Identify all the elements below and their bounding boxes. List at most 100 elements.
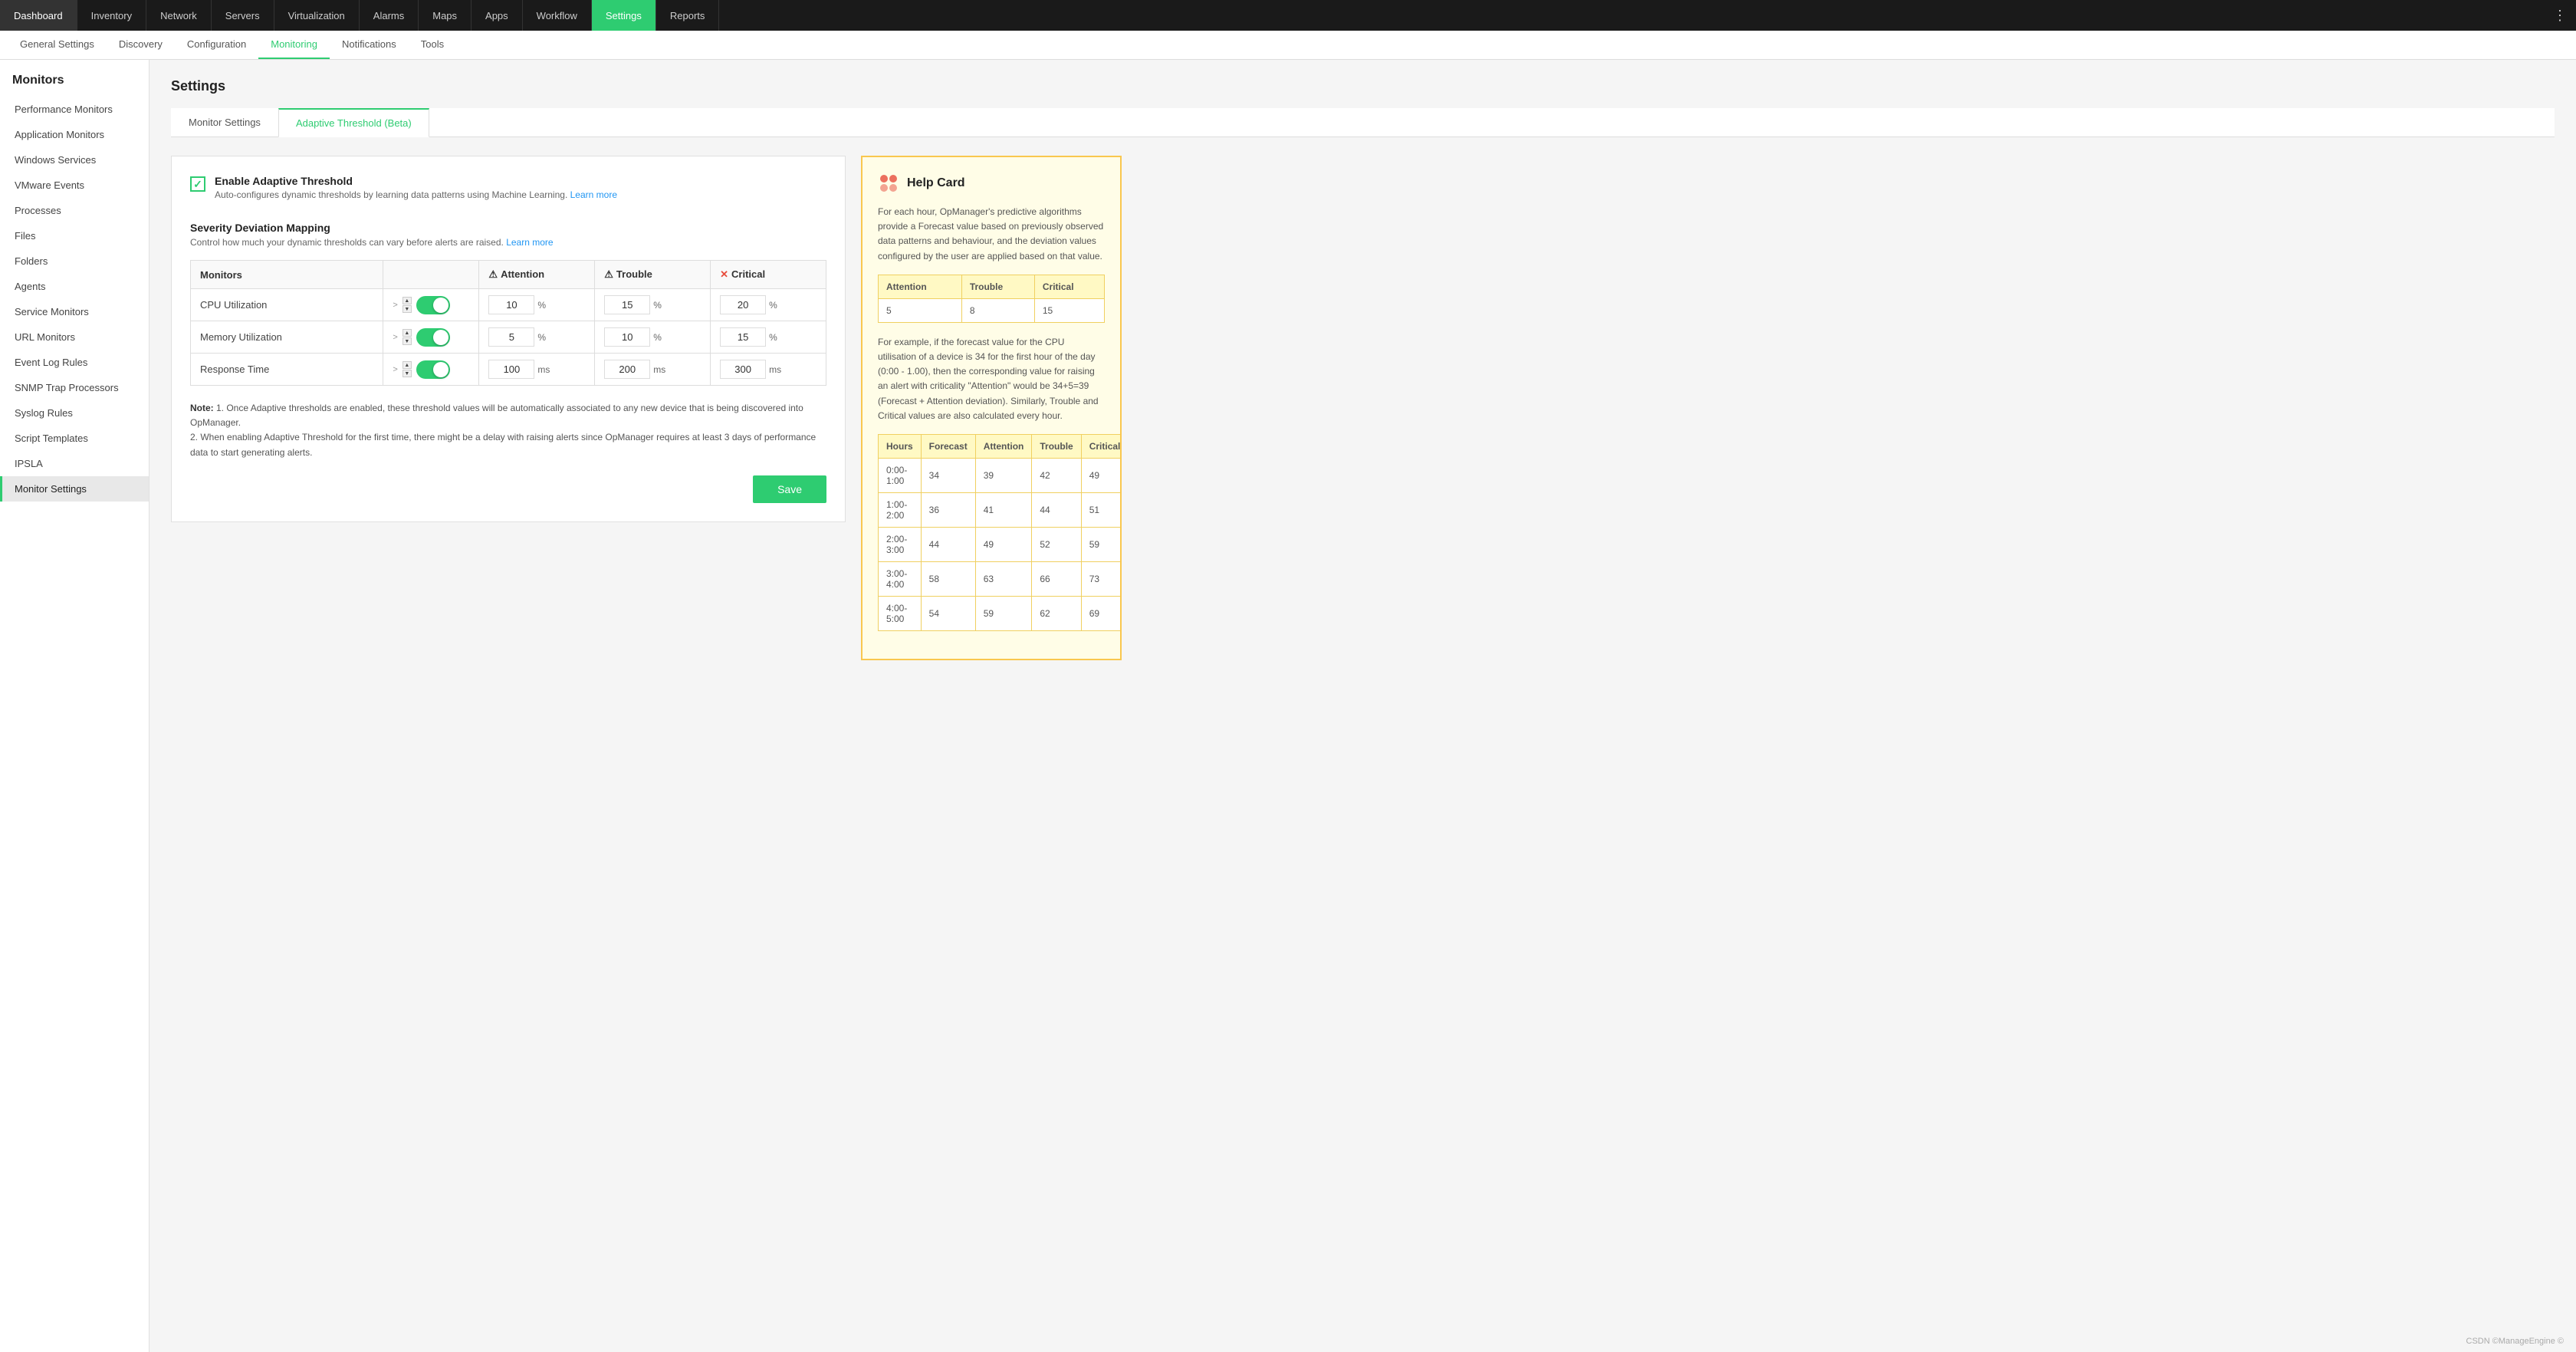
settings-panel: Enable Adaptive Threshold Auto-configure… xyxy=(171,156,846,522)
sidebar-item-application-monitors[interactable]: Application Monitors xyxy=(0,122,149,147)
th-monitors: Monitors xyxy=(191,261,383,289)
tab-adaptive-threshold[interactable]: Adaptive Threshold (Beta) xyxy=(278,108,429,137)
attention-input-2[interactable] xyxy=(488,360,534,379)
sidebar-item-snmp-trap-processors[interactable]: SNMP Trap Processors xyxy=(0,375,149,400)
trouble-input-1[interactable] xyxy=(604,327,650,347)
subnav-tools[interactable]: Tools xyxy=(409,31,456,59)
severity-section-desc: Control how much your dynamic thresholds… xyxy=(190,237,826,248)
main-layout: Monitors Performance Monitors Applicatio… xyxy=(0,60,2576,1352)
nav-network[interactable]: Network xyxy=(146,0,212,31)
sidebar-item-vmware-events[interactable]: VMware Events xyxy=(0,173,149,198)
table-row: Memory Utilization > ▲ ▼ % xyxy=(191,321,826,354)
attention-unit-1: % xyxy=(537,332,546,343)
nav-more-button[interactable]: ⋮ xyxy=(2544,0,2576,31)
attention-cell-2: ms xyxy=(479,354,595,386)
sidebar-item-event-log-rules[interactable]: Event Log Rules xyxy=(0,350,149,375)
help-card-title: Help Card xyxy=(907,176,965,190)
nav-reports[interactable]: Reports xyxy=(656,0,720,31)
sidebar-item-script-templates[interactable]: Script Templates xyxy=(0,426,149,451)
trouble-unit-2: ms xyxy=(653,364,665,375)
attention-unit-0: % xyxy=(537,300,546,311)
monitor-name-0: CPU Utilization xyxy=(191,289,383,321)
page-title: Settings xyxy=(171,78,2555,94)
severity-section-title: Severity Deviation Mapping xyxy=(190,222,826,234)
main-content-row: Enable Adaptive Threshold Auto-configure… xyxy=(171,156,2555,660)
help-summary-table: AttentionTroubleCritical5815 xyxy=(878,275,1105,323)
enable-adaptive-threshold-row: Enable Adaptive Threshold Auto-configure… xyxy=(190,175,826,200)
th-toggle xyxy=(383,261,479,289)
toggle-switch-1[interactable] xyxy=(416,328,450,347)
subnav-discovery[interactable]: Discovery xyxy=(107,31,175,59)
subnav-general-settings[interactable]: General Settings xyxy=(8,31,107,59)
nav-servers[interactable]: Servers xyxy=(212,0,274,31)
help-card-icon xyxy=(878,173,899,194)
sidebar-item-processes[interactable]: Processes xyxy=(0,198,149,223)
arrow-down-1[interactable]: ▼ xyxy=(402,337,412,345)
sidebar-item-performance-monitors[interactable]: Performance Monitors xyxy=(0,97,149,122)
sidebar-item-url-monitors[interactable]: URL Monitors xyxy=(0,324,149,350)
subnav-configuration[interactable]: Configuration xyxy=(175,31,258,59)
nav-maps[interactable]: Maps xyxy=(419,0,472,31)
toggle-switch-0[interactable] xyxy=(416,296,450,314)
nav-inventory[interactable]: Inventory xyxy=(77,0,146,31)
copyright: CSDN ©ManageEngine © xyxy=(2466,1337,2564,1346)
sidebar-item-windows-services[interactable]: Windows Services xyxy=(0,147,149,173)
critical-input-1[interactable] xyxy=(720,327,766,347)
nav-settings[interactable]: Settings xyxy=(592,0,656,31)
help-forecast-table: HoursForecastAttentionTroubleCritical0:0… xyxy=(878,434,1122,631)
sidebar-item-agents[interactable]: Agents xyxy=(0,274,149,299)
sidebar-item-files[interactable]: Files xyxy=(0,223,149,248)
sidebar-item-folders[interactable]: Folders xyxy=(0,248,149,274)
critical-unit-2: ms xyxy=(769,364,781,375)
arrow-up-2[interactable]: ▲ xyxy=(402,361,412,369)
toggle-switch-2[interactable] xyxy=(416,360,450,379)
critical-unit-0: % xyxy=(769,300,777,311)
monitor-toggle-cell-0: > ▲ ▼ xyxy=(383,289,479,321)
tab-monitor-settings[interactable]: Monitor Settings xyxy=(171,108,278,137)
save-button[interactable]: Save xyxy=(753,475,826,503)
attention-input-0[interactable] xyxy=(488,295,534,314)
arrow-down-2[interactable]: ▼ xyxy=(402,370,412,377)
enable-adaptive-threshold-label: Enable Adaptive Threshold xyxy=(215,175,353,187)
attention-input-1[interactable] xyxy=(488,327,534,347)
sidebar-item-syslog-rules[interactable]: Syslog Rules xyxy=(0,400,149,426)
monitor-name-1: Memory Utilization xyxy=(191,321,383,354)
enable-adaptive-threshold-checkbox[interactable] xyxy=(190,176,205,192)
trouble-cell-0: % xyxy=(595,289,711,321)
help-card-body: For each hour, OpManager's predictive al… xyxy=(878,205,1105,264)
nav-virtualization[interactable]: Virtualization xyxy=(274,0,360,31)
critical-input-0[interactable] xyxy=(720,295,766,314)
th-trouble: ⚠Trouble xyxy=(595,261,711,289)
nav-dashboard[interactable]: Dashboard xyxy=(0,0,77,31)
arrow-down-0[interactable]: ▼ xyxy=(402,305,412,313)
sidebar-item-ipsla[interactable]: IPSLA xyxy=(0,451,149,476)
trouble-unit-1: % xyxy=(653,332,662,343)
subnav-monitoring[interactable]: Monitoring xyxy=(258,31,330,59)
sidebar-item-monitor-settings[interactable]: Monitor Settings xyxy=(0,476,149,502)
sidebar-item-service-monitors[interactable]: Service Monitors xyxy=(0,299,149,324)
trouble-unit-0: % xyxy=(653,300,662,311)
table-row: Response Time > ▲ ▼ ms xyxy=(191,354,826,386)
arrow-up-0[interactable]: ▲ xyxy=(402,297,412,304)
arrow-up-1[interactable]: ▲ xyxy=(402,329,412,337)
enable-learn-more-link[interactable]: Learn more xyxy=(570,189,617,200)
help-card: Help Card For each hour, OpManager's pre… xyxy=(861,156,1122,660)
note-text: Note: 1. Once Adaptive thresholds are en… xyxy=(190,401,826,460)
sub-navigation: General Settings Discovery Configuration… xyxy=(0,31,2576,60)
attention-unit-2: ms xyxy=(537,364,550,375)
sidebar: Monitors Performance Monitors Applicatio… xyxy=(0,60,150,1352)
trouble-input-2[interactable] xyxy=(604,360,650,379)
settings-tabs: Monitor Settings Adaptive Threshold (Bet… xyxy=(171,108,2555,137)
enable-adaptive-threshold-text: Enable Adaptive Threshold Auto-configure… xyxy=(215,175,617,200)
nav-workflow[interactable]: Workflow xyxy=(523,0,592,31)
nav-alarms[interactable]: Alarms xyxy=(360,0,419,31)
subnav-notifications[interactable]: Notifications xyxy=(330,31,409,59)
attention-cell-0: % xyxy=(479,289,595,321)
trouble-input-0[interactable] xyxy=(604,295,650,314)
critical-input-2[interactable] xyxy=(720,360,766,379)
nav-apps[interactable]: Apps xyxy=(472,0,523,31)
top-navigation: Dashboard Inventory Network Servers Virt… xyxy=(0,0,2576,31)
severity-learn-more-link[interactable]: Learn more xyxy=(506,237,553,248)
content-area: Settings Monitor Settings Adaptive Thres… xyxy=(150,60,2576,1352)
enable-adaptive-threshold-desc: Auto-configures dynamic thresholds by le… xyxy=(215,189,617,200)
